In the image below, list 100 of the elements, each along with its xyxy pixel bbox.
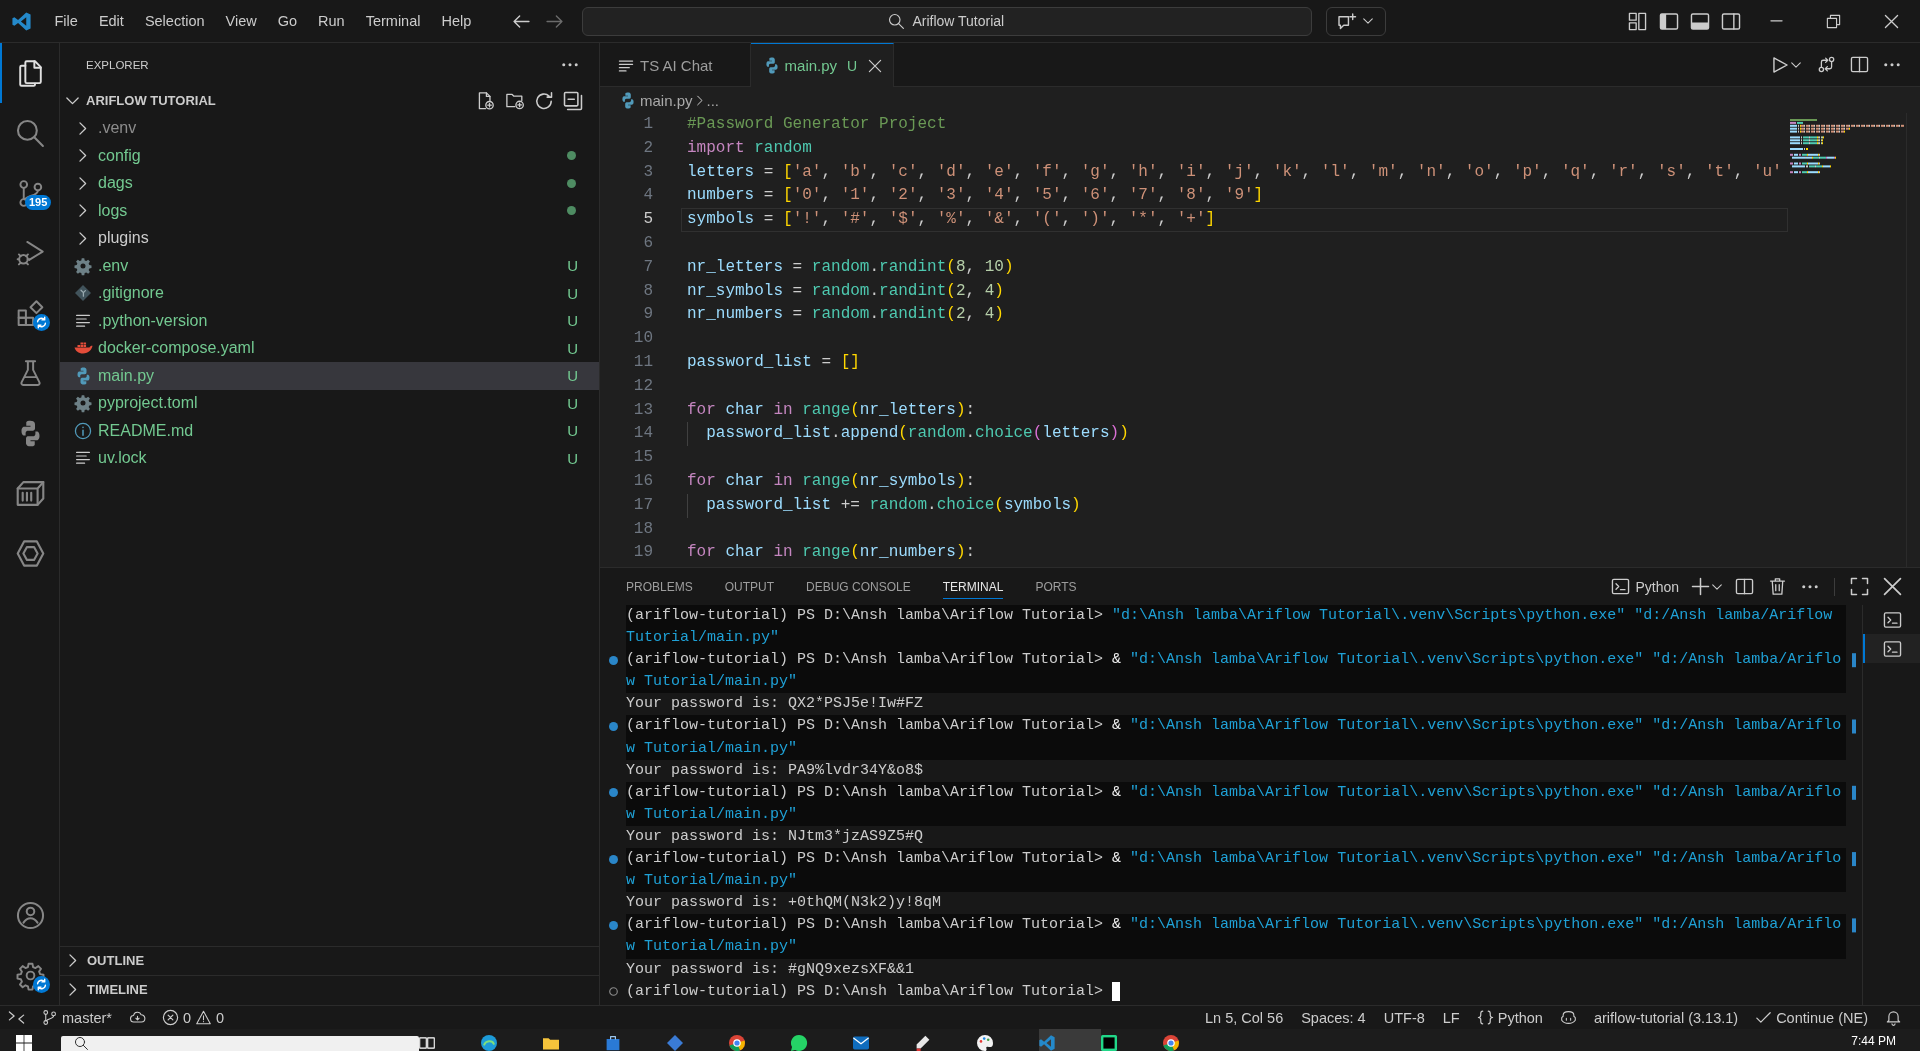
status-item[interactable]: ariflow-tutorial (3.13.1) (1584, 1006, 1748, 1029)
line-number: 10 (632, 328, 653, 350)
cloud-icon (129, 1010, 145, 1025)
terminal-profile-button[interactable]: Python (1608, 573, 1683, 600)
line-number: 5 (642, 209, 653, 231)
terminal-icon (1884, 611, 1901, 628)
lines-icon (76, 452, 90, 465)
tree-item[interactable]: .venv (60, 114, 599, 142)
windows-logo-icon (16, 1035, 32, 1051)
ring-icon (729, 1034, 745, 1051)
search-field[interactable] (61, 1036, 419, 1051)
diamond-icon (667, 1034, 683, 1051)
code-line: import random (686, 137, 813, 159)
palette-icon (977, 1034, 993, 1051)
menu-item[interactable]: Help (430, 6, 482, 36)
branch-button[interactable]: master* (33, 1006, 121, 1029)
status-item[interactable]: Ln 5, Col 56 (1196, 1006, 1293, 1029)
section-header[interactable]: OUTLINE (65, 947, 145, 975)
menu-item[interactable]: Go (267, 6, 308, 36)
breadcrumb-item[interactable]: main.py (622, 91, 693, 109)
tree-item[interactable]: .gitignore U (60, 279, 599, 307)
error-icon (162, 1010, 178, 1025)
problems-button[interactable]: 0 0 (153, 1006, 234, 1029)
chat-button[interactable] (1325, 6, 1386, 36)
section-header[interactable]: TIMELINE (65, 975, 148, 1003)
panel-tab[interactable]: OUTPUT (724, 574, 775, 599)
tree-item[interactable]: config (60, 142, 599, 170)
remote-icon (9, 1010, 24, 1025)
tree-item[interactable]: plugins (60, 224, 599, 252)
search-icon (75, 1037, 88, 1050)
new-file-icon (477, 91, 495, 110)
tree-item[interactable]: .env U (60, 252, 599, 280)
caret-icon (1712, 583, 1722, 590)
play-icon (1773, 56, 1788, 73)
tree-item[interactable]: dags (60, 169, 599, 197)
line-number: 15 (632, 447, 653, 469)
menu-item[interactable]: File (44, 6, 89, 36)
status-letter: U (567, 422, 578, 440)
gear-icon (75, 395, 91, 412)
status-item[interactable]: Continue (NE) (1747, 1006, 1877, 1029)
line-number: 18 (632, 518, 653, 540)
status-letter: U (567, 284, 578, 302)
terminal-tab[interactable] (1863, 634, 1920, 663)
status-letter: U (567, 312, 578, 330)
extensions-icon (17, 299, 44, 327)
gear-icon (75, 257, 91, 274)
menu-item[interactable]: Edit (88, 6, 135, 36)
code-line: password_list.append(random.choice(letters)) (681, 422, 1788, 447)
tree-item[interactable]: .python-version U (60, 307, 599, 335)
terminal-line: Your password is: NJtm3*jzAS9Z5#Q (626, 826, 924, 847)
breadcrumb-item[interactable]: ... (706, 91, 720, 109)
status-item[interactable]: LF (1433, 1006, 1469, 1029)
status-item[interactable]: Spaces: 4 (1292, 1006, 1375, 1029)
bag-icon (605, 1034, 621, 1051)
folder-header[interactable]: ARIFLOW TUTORIAL (64, 87, 216, 115)
menu-item[interactable]: Selection (134, 6, 216, 36)
two-panes-icon (419, 1034, 435, 1051)
editor-tab[interactable]: main.py U (750, 43, 895, 87)
panel-tab[interactable]: PORTS (1035, 574, 1077, 599)
code-line: nr_symbols = random.randint(2, 4) (686, 280, 1005, 302)
menu-item[interactable]: View (215, 6, 268, 36)
editor-tab[interactable]: TS AI Chat (600, 43, 751, 87)
menu-item[interactable]: Run (307, 6, 356, 36)
more-icon (562, 63, 578, 67)
status-item[interactable]: UTF-8 (1374, 1006, 1434, 1029)
tree-item[interactable]: uv.lock U (60, 444, 599, 472)
status-letter: U (567, 394, 578, 412)
tree-item[interactable]: README.md U (60, 417, 599, 445)
settings-icon (17, 961, 44, 989)
status-letter: U (567, 257, 578, 275)
code-line: #Password Generator Project (686, 114, 948, 135)
line-number: 8 (642, 280, 653, 302)
bell-icon (1886, 1010, 1901, 1025)
terminal-line: (ariflow-tutorial) PS D:\Ansh lamba\Ariflow Tutorial> (626, 981, 1104, 1002)
panel-tab[interactable]: TERMINAL (942, 574, 1004, 599)
panel-tab[interactable]: DEBUG CONSOLE (806, 574, 911, 599)
menu-item[interactable]: Terminal (355, 6, 431, 36)
command-center[interactable]: Ariflow Tutorial (581, 6, 1312, 36)
tree-item[interactable]: logs (60, 197, 599, 225)
language-button[interactable]: Python (1468, 1006, 1552, 1029)
clock: 7:44 PM (1851, 1034, 1896, 1048)
activity-item[interactable]: 195 (0, 163, 59, 223)
code-line: numbers = ['0', '1', '2', '3', '4', '5', '6', '7', '8', '9'] (686, 185, 1265, 207)
tile-icon (1101, 1034, 1117, 1051)
status-letter: U (567, 367, 578, 385)
more-icon (1802, 584, 1818, 589)
tree-item[interactable]: docker-compose.yaml U (60, 334, 599, 362)
braces-icon (1477, 1010, 1493, 1025)
search-icon (17, 119, 44, 147)
panel-tab[interactable]: PROBLEMS (626, 574, 693, 599)
trash-icon (1768, 578, 1786, 595)
python-icon (622, 91, 634, 109)
tree-item[interactable]: pyproject.toml U (60, 389, 599, 417)
code-line: letters = ['a', 'b', 'c', 'd', 'e', 'f', 'g', 'h', 'i', 'j', 'k', 'l', 'm', 'n', 'o', 'p', 'q', 'r', 's', 't', 'u' (686, 161, 1783, 183)
code-line: password_list = [] (686, 351, 861, 373)
envelope-icon (853, 1034, 869, 1051)
close-icon (869, 59, 882, 72)
line-number: 4 (642, 185, 653, 207)
lines-icon (619, 59, 633, 72)
tree-item[interactable]: main.py U (60, 362, 599, 390)
